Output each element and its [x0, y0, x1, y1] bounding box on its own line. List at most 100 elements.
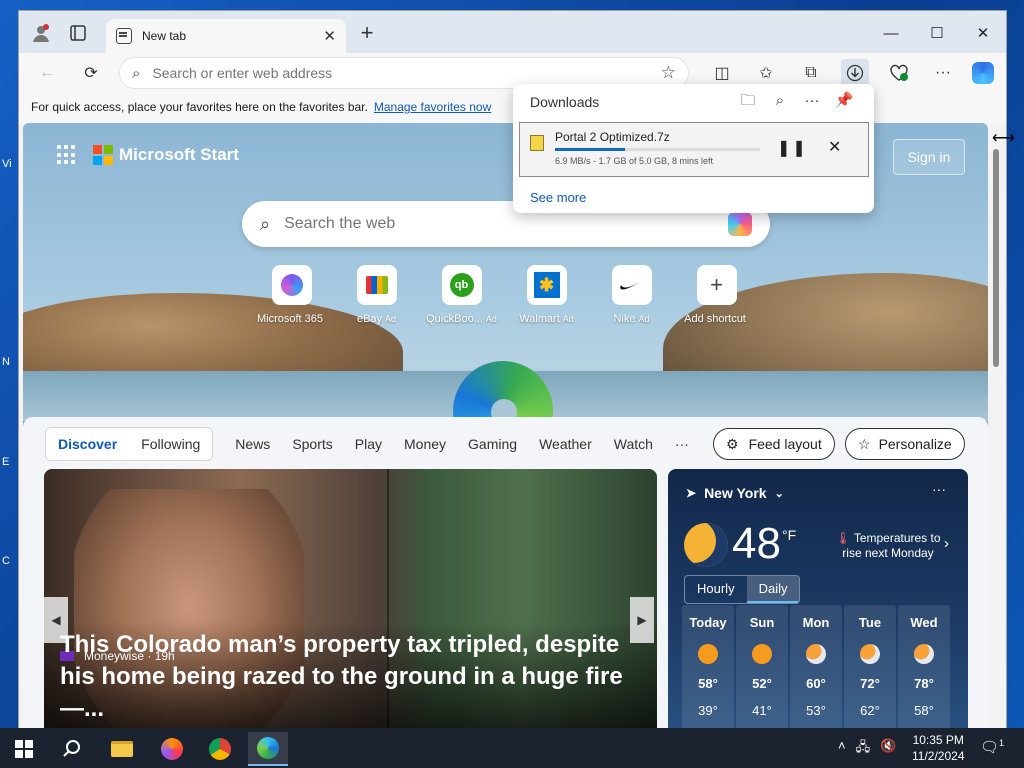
- minimize-button[interactable]: —: [868, 19, 914, 47]
- refresh-icon[interactable]: ⟳: [77, 59, 105, 87]
- forecast-day[interactable]: Tue 72° 62°: [844, 605, 896, 729]
- tab-discover[interactable]: Discover: [46, 428, 129, 460]
- toggle-daily[interactable]: Daily: [746, 576, 800, 603]
- more-menu-icon[interactable]: ···: [929, 59, 957, 87]
- nav-news[interactable]: News: [235, 436, 270, 452]
- search-taskbar-button[interactable]: [52, 732, 92, 766]
- address-input[interactable]: [152, 65, 661, 81]
- weather-location[interactable]: ➤ New York ⌄: [686, 485, 784, 501]
- feed-layout-button[interactable]: ⚙ Feed layout: [713, 428, 835, 460]
- new-tab-page: Microsoft Start Sign in ⌕ Microsoft 365 …: [23, 123, 988, 729]
- quicklink-label: eBay: [356, 313, 383, 325]
- pause-button[interactable]: ❚❚: [777, 138, 808, 158]
- search-icon[interactable]: ⌕: [764, 90, 796, 112]
- start-button[interactable]: [4, 732, 44, 766]
- forecast-day[interactable]: Wed 78° 58°: [898, 605, 950, 729]
- tab-actions-icon[interactable]: [66, 21, 90, 45]
- split-screen-icon[interactable]: ◫: [708, 59, 736, 87]
- quicklink-microsoft-365[interactable]: Microsoft 365: [249, 265, 334, 325]
- desktop-icon-label[interactable]: E: [2, 456, 9, 468]
- nav-weather[interactable]: Weather: [539, 436, 592, 452]
- back-arrow-icon[interactable]: ←: [33, 59, 61, 87]
- nav-watch[interactable]: Watch: [614, 436, 653, 452]
- download-filename: Portal 2 Optimized.7z: [555, 130, 670, 144]
- chrome-icon[interactable]: [200, 732, 240, 766]
- news-feed: Discover Following News Sports Play Mone…: [23, 417, 988, 729]
- see-more-link[interactable]: See more: [530, 190, 586, 205]
- manage-favorites-link[interactable]: Manage favorites now: [374, 100, 491, 114]
- personalize-label: Personalize: [878, 436, 952, 452]
- article-title[interactable]: This Colorado man’s property tax tripled…: [60, 629, 637, 725]
- collections-icon[interactable]: ⧉: [797, 59, 825, 87]
- copilot-icon[interactable]: [969, 59, 997, 87]
- pin-icon[interactable]: 📌: [828, 90, 860, 112]
- quicklink-walmart[interactable]: ✱ Walmart Ad: [504, 265, 589, 325]
- weather-card[interactable]: ➤ New York ⌄ ··· 48 °F 🌡 Temperatures to…: [668, 469, 968, 729]
- downloads-icon[interactable]: [841, 59, 869, 87]
- app-launcher-icon[interactable]: [57, 145, 77, 165]
- ad-badge: Ad: [638, 314, 650, 324]
- browser-essentials-icon[interactable]: [885, 59, 913, 87]
- more-options-icon[interactable]: ···: [796, 90, 828, 112]
- web-search-input[interactable]: [284, 215, 728, 233]
- ad-badge: Ad: [562, 314, 574, 324]
- forecast-day[interactable]: Today 58° 39°: [682, 605, 734, 729]
- brand-title[interactable]: Microsoft Start: [119, 145, 239, 165]
- tab-new-tab[interactable]: New tab ✕: [106, 19, 346, 53]
- forecast-day[interactable]: Mon 60° 53°: [790, 605, 842, 729]
- nav-more[interactable]: ···: [675, 436, 689, 452]
- archive-file-icon: [530, 135, 544, 151]
- quicklink-quickbooks[interactable]: qb QuickBoo... Ad: [419, 265, 504, 325]
- high-temp: 52°: [752, 676, 772, 691]
- sunny-icon: [752, 644, 772, 664]
- desktop-icon-label[interactable]: C: [2, 555, 10, 567]
- open-folder-icon[interactable]: 🗀: [732, 90, 764, 112]
- page-scrollbar[interactable]: [990, 123, 1002, 729]
- weather-note[interactable]: 🌡 Temperatures to rise next Monday: [828, 531, 948, 561]
- download-progress-fill: [555, 148, 625, 151]
- copilot-icon[interactable]: [728, 212, 752, 236]
- new-tab-button[interactable]: +: [355, 21, 379, 45]
- hero-article-card[interactable]: ◀ ▶ Moneywise · 19h This Colorado man’s …: [44, 469, 657, 729]
- cancel-download-button[interactable]: ✕: [828, 137, 841, 157]
- close-tab-icon[interactable]: ✕: [323, 27, 336, 45]
- favorites-icon[interactable]: ✩: [752, 59, 780, 87]
- close-window-button[interactable]: ✕: [960, 19, 1006, 47]
- tab-following[interactable]: Following: [129, 428, 212, 460]
- notification-count: 1: [999, 738, 1005, 748]
- high-temp: 72°: [860, 676, 880, 691]
- edge-taskbar-icon[interactable]: [248, 732, 288, 766]
- chevron-up-icon[interactable]: ˄: [838, 738, 846, 760]
- desktop-icon-label[interactable]: N: [2, 356, 10, 368]
- nav-play[interactable]: Play: [355, 436, 382, 452]
- low-temp: 41°: [752, 703, 772, 718]
- downloads-toolbar: 🗀 ⌕ ··· 📌: [732, 90, 860, 112]
- favorite-star-icon[interactable]: ☆: [661, 63, 676, 83]
- notification-icon[interactable]: 🗨1: [980, 738, 1004, 756]
- volume-muted-icon[interactable]: 🔇: [880, 738, 896, 760]
- scrollbar-thumb[interactable]: [993, 149, 999, 367]
- toggle-hourly[interactable]: Hourly: [685, 576, 747, 603]
- quicklink-label: Nike: [613, 313, 636, 325]
- profile-icon[interactable]: [29, 21, 53, 45]
- desktop-icon-label[interactable]: Vi: [2, 158, 12, 170]
- forecast-day[interactable]: Sun 52° 41°: [736, 605, 788, 729]
- quicklink-add-shortcut[interactable]: + Add shortcut: [674, 265, 759, 325]
- high-temp: 78°: [914, 676, 934, 691]
- nav-money[interactable]: Money: [404, 436, 446, 452]
- download-item[interactable]: Portal 2 Optimized.7z 6.9 MB/s - 1.7 GB …: [519, 122, 869, 177]
- clock[interactable]: 10:35 PM 11/2/2024: [912, 732, 965, 764]
- weather-more-icon[interactable]: ···: [932, 481, 946, 497]
- network-icon[interactable]: 🖧: [856, 738, 871, 760]
- firefox-icon[interactable]: [152, 732, 192, 766]
- quicklink-nike[interactable]: Nike Ad: [589, 265, 674, 325]
- thermometer-icon: 🌡: [835, 531, 851, 545]
- nav-gaming[interactable]: Gaming: [468, 436, 517, 452]
- quicklink-ebay[interactable]: eBay Ad: [334, 265, 419, 325]
- nav-sports[interactable]: Sports: [292, 436, 332, 452]
- personalize-button[interactable]: ☆ Personalize: [845, 428, 965, 460]
- maximize-button[interactable]: ☐: [914, 19, 960, 47]
- sign-in-button[interactable]: Sign in: [893, 139, 965, 175]
- chevron-right-icon[interactable]: ›: [944, 535, 949, 552]
- file-explorer-icon[interactable]: [102, 732, 142, 766]
